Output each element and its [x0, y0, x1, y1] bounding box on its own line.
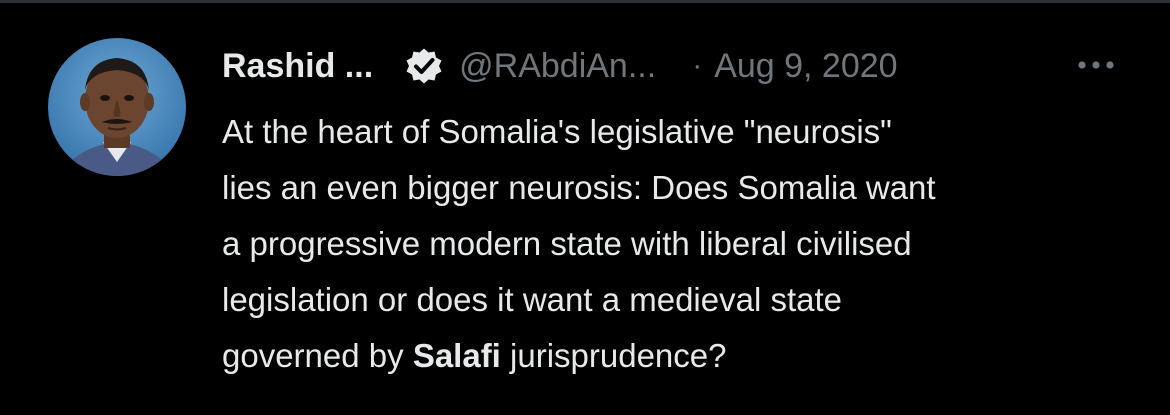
- tweet-text-line: lies an even bigger neurosis: Does Somal…: [222, 169, 936, 206]
- more-options-button[interactable]: [1072, 50, 1122, 80]
- author-handle[interactable]: @RAbdiAn...: [459, 47, 656, 86]
- author-name[interactable]: Rashid ...: [222, 47, 373, 86]
- bold-term: Salafi: [412, 337, 501, 374]
- verified-badge-icon: [403, 45, 445, 87]
- tweet-text-line: legislation or does it want a medieval s…: [222, 281, 843, 318]
- tweet-text-line: At the heart of Somalia's legislative "n…: [222, 113, 892, 150]
- text-segment: governed by: [222, 337, 413, 374]
- tweet-text: At the heart of Somalia's legislative "n…: [222, 104, 1122, 384]
- text-segment: jurisprudence?: [500, 337, 727, 374]
- tweet-text-last-line: governed by Salafi jurisprudence?: [222, 328, 1122, 384]
- tweet-date[interactable]: Aug 9, 2020: [714, 47, 897, 86]
- avatar[interactable]: [48, 38, 186, 176]
- top-divider: [0, 0, 1170, 3]
- tweet-header: Rashid ... @RAbdiAn... · Aug 9, 2020: [222, 44, 898, 88]
- profile-photo-icon: [48, 38, 186, 176]
- more-dots-icon: [1078, 61, 1114, 69]
- separator-dot: ·: [692, 49, 703, 82]
- tweet-text-line: a progressive modern state with liberal …: [222, 225, 912, 262]
